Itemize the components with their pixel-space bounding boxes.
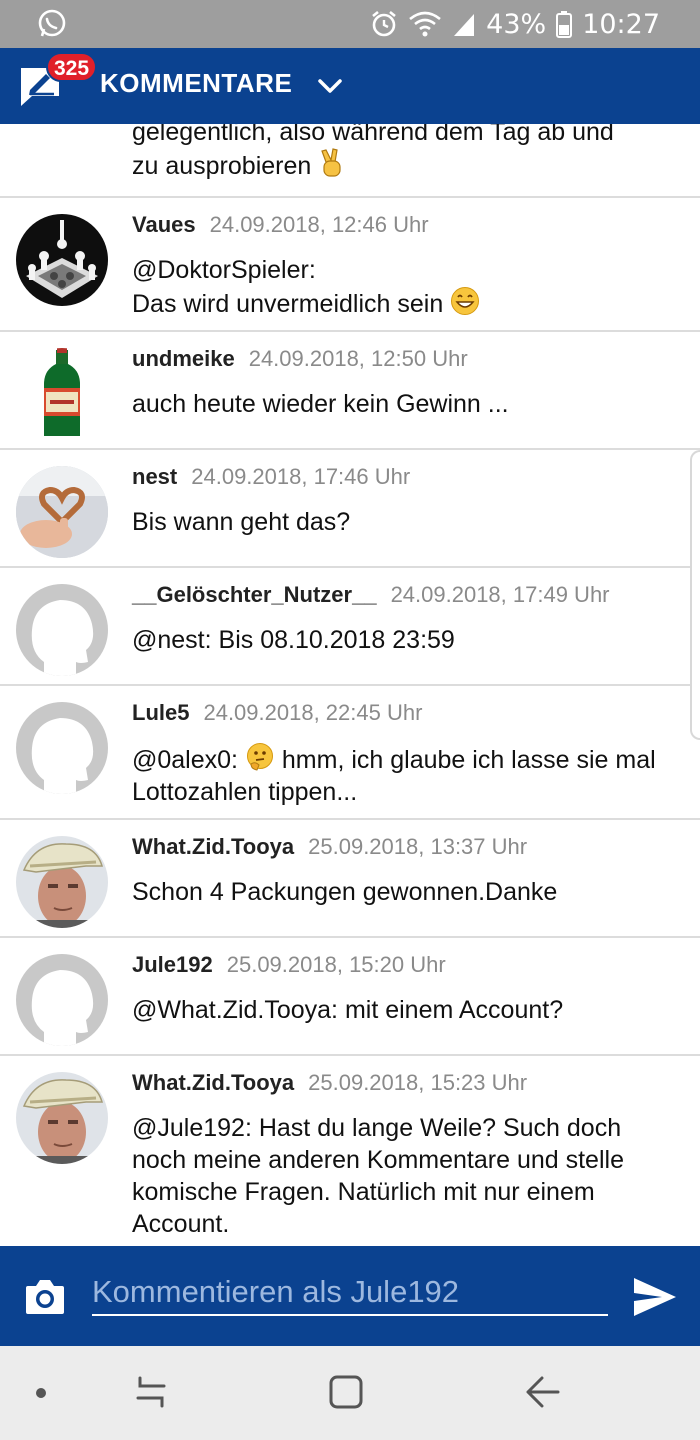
signal-icon <box>454 14 475 36</box>
comment-author[interactable]: Jule192 <box>132 952 213 977</box>
comment-item: Jule192 25.09.2018, 15:20 Uhr @What.Zid.T… <box>0 938 700 1056</box>
page-title[interactable]: KOMMENTARE <box>100 68 292 99</box>
comment-input-bar: Kommentieren als Jule192 <box>0 1246 700 1346</box>
comment-item: __Gelöschter_Nutzer__ 24.09.2018, 17:49 U… <box>0 568 700 686</box>
comment-text: @nest: Bis 08.10.2018 23:59 <box>132 626 455 654</box>
comment-text: Schon 4 Packungen gewonnen.Danke <box>132 878 558 906</box>
comment-timestamp: 24.09.2018, 17:49 Uhr <box>390 582 610 607</box>
comment-list[interactable]: gelegentlich, also während dem Tag ab un… <box>0 124 700 1246</box>
comment-item: undmeike 24.09.2018, 12:50 Uhr auch heute… <box>0 332 700 450</box>
comment-mention: @0alex0: <box>132 746 238 774</box>
status-bar: 43% 10:27 <box>0 0 700 48</box>
camera-icon[interactable] <box>24 1278 66 1316</box>
comment-item: What.Zid.Tooya 25.09.2018, 13:37 Uhr Scho… <box>0 820 700 938</box>
comment-text: auch heute wieder kein Gewinn ... <box>132 390 509 418</box>
grinning-emoji-icon <box>451 287 480 315</box>
send-icon[interactable] <box>632 1276 678 1318</box>
comment-item: Lule5 24.09.2018, 22:45 Uhr @0alex0: hmm,… <box>0 686 700 820</box>
comment-timestamp: 25.09.2018, 15:23 Uhr <box>308 1070 528 1095</box>
comment-author[interactable]: What.Zid.Tooya <box>132 1070 294 1095</box>
victory-hand-emoji-icon <box>321 148 341 177</box>
comment-text: @Jule192: Hast du lange Weile? Such doch… <box>132 1114 624 1238</box>
comment-input[interactable]: Kommentieren als Jule192 <box>92 1270 608 1316</box>
comment-timestamp: 24.09.2018, 12:50 Uhr <box>248 346 468 371</box>
comment-author[interactable]: undmeike <box>132 346 235 371</box>
comment-author[interactable]: __Gelöschter_Nutzer__ <box>132 582 377 607</box>
battery-percent: 43% <box>486 8 547 40</box>
man-hat-avatar[interactable] <box>16 1072 108 1164</box>
wifi-icon <box>409 11 441 37</box>
comment-text: gelegentlich, also während dem Tag ab un… <box>132 124 614 146</box>
comment-timestamp: 24.09.2018, 12:46 Uhr <box>209 212 429 237</box>
heart-pretzel-avatar[interactable] <box>16 466 108 558</box>
recent-apps-icon[interactable] <box>134 1374 168 1410</box>
comment-author[interactable]: Lule5 <box>132 700 189 725</box>
comment-timestamp: 25.09.2018, 13:37 Uhr <box>308 834 528 859</box>
comment-timestamp: 25.09.2018, 15:20 Uhr <box>226 952 446 977</box>
default-avatar[interactable] <box>16 584 108 676</box>
man-hat-avatar[interactable] <box>16 836 108 928</box>
comment-author[interactable]: What.Zid.Tooya <box>132 834 294 859</box>
comment-item: nest 24.09.2018, 17:46 Uhr Bis wann geht … <box>0 450 700 568</box>
alarm-icon <box>372 10 396 37</box>
whatsapp-icon <box>38 9 66 37</box>
clock: 10:27 <box>582 8 660 40</box>
battery-icon <box>556 11 573 38</box>
comment-text: Bis wann geht das? <box>132 508 351 536</box>
bottle-avatar[interactable] <box>16 348 108 440</box>
default-avatar[interactable] <box>16 954 108 1046</box>
comment-item-partial: gelegentlich, also während dem Tag ab un… <box>0 124 700 198</box>
system-nav-bar <box>0 1346 700 1440</box>
default-avatar[interactable] <box>16 702 108 794</box>
chess-avatar[interactable] <box>16 214 108 306</box>
notification-badge: 325 <box>46 52 98 82</box>
comment-author[interactable]: nest <box>132 464 177 489</box>
comment-item: Vaues 24.09.2018, 12:46 Uhr @DoktorSpiele… <box>0 198 700 332</box>
home-icon[interactable] <box>328 1374 364 1410</box>
scrollbar[interactable] <box>690 450 700 740</box>
comment-text: Das wird unvermeidlich sein <box>132 290 444 318</box>
thinking-emoji-icon <box>246 743 273 771</box>
chevron-down-icon[interactable] <box>316 72 344 100</box>
comment-text: @DoktorSpieler: <box>132 256 316 284</box>
comment-item: What.Zid.Tooya 25.09.2018, 15:23 Uhr @Jul… <box>0 1056 700 1246</box>
back-icon[interactable] <box>524 1374 562 1410</box>
comment-author[interactable]: Vaues <box>132 212 196 237</box>
app-header: 325 KOMMENTARE <box>0 48 700 124</box>
comment-text: zu ausprobieren <box>132 152 312 180</box>
comment-text: @What.Zid.Tooya: mit einem Account? <box>132 996 564 1024</box>
comment-timestamp: 24.09.2018, 22:45 Uhr <box>203 700 423 725</box>
comment-timestamp: 24.09.2018, 17:46 Uhr <box>191 464 411 489</box>
nav-dot-icon[interactable] <box>34 1386 48 1400</box>
